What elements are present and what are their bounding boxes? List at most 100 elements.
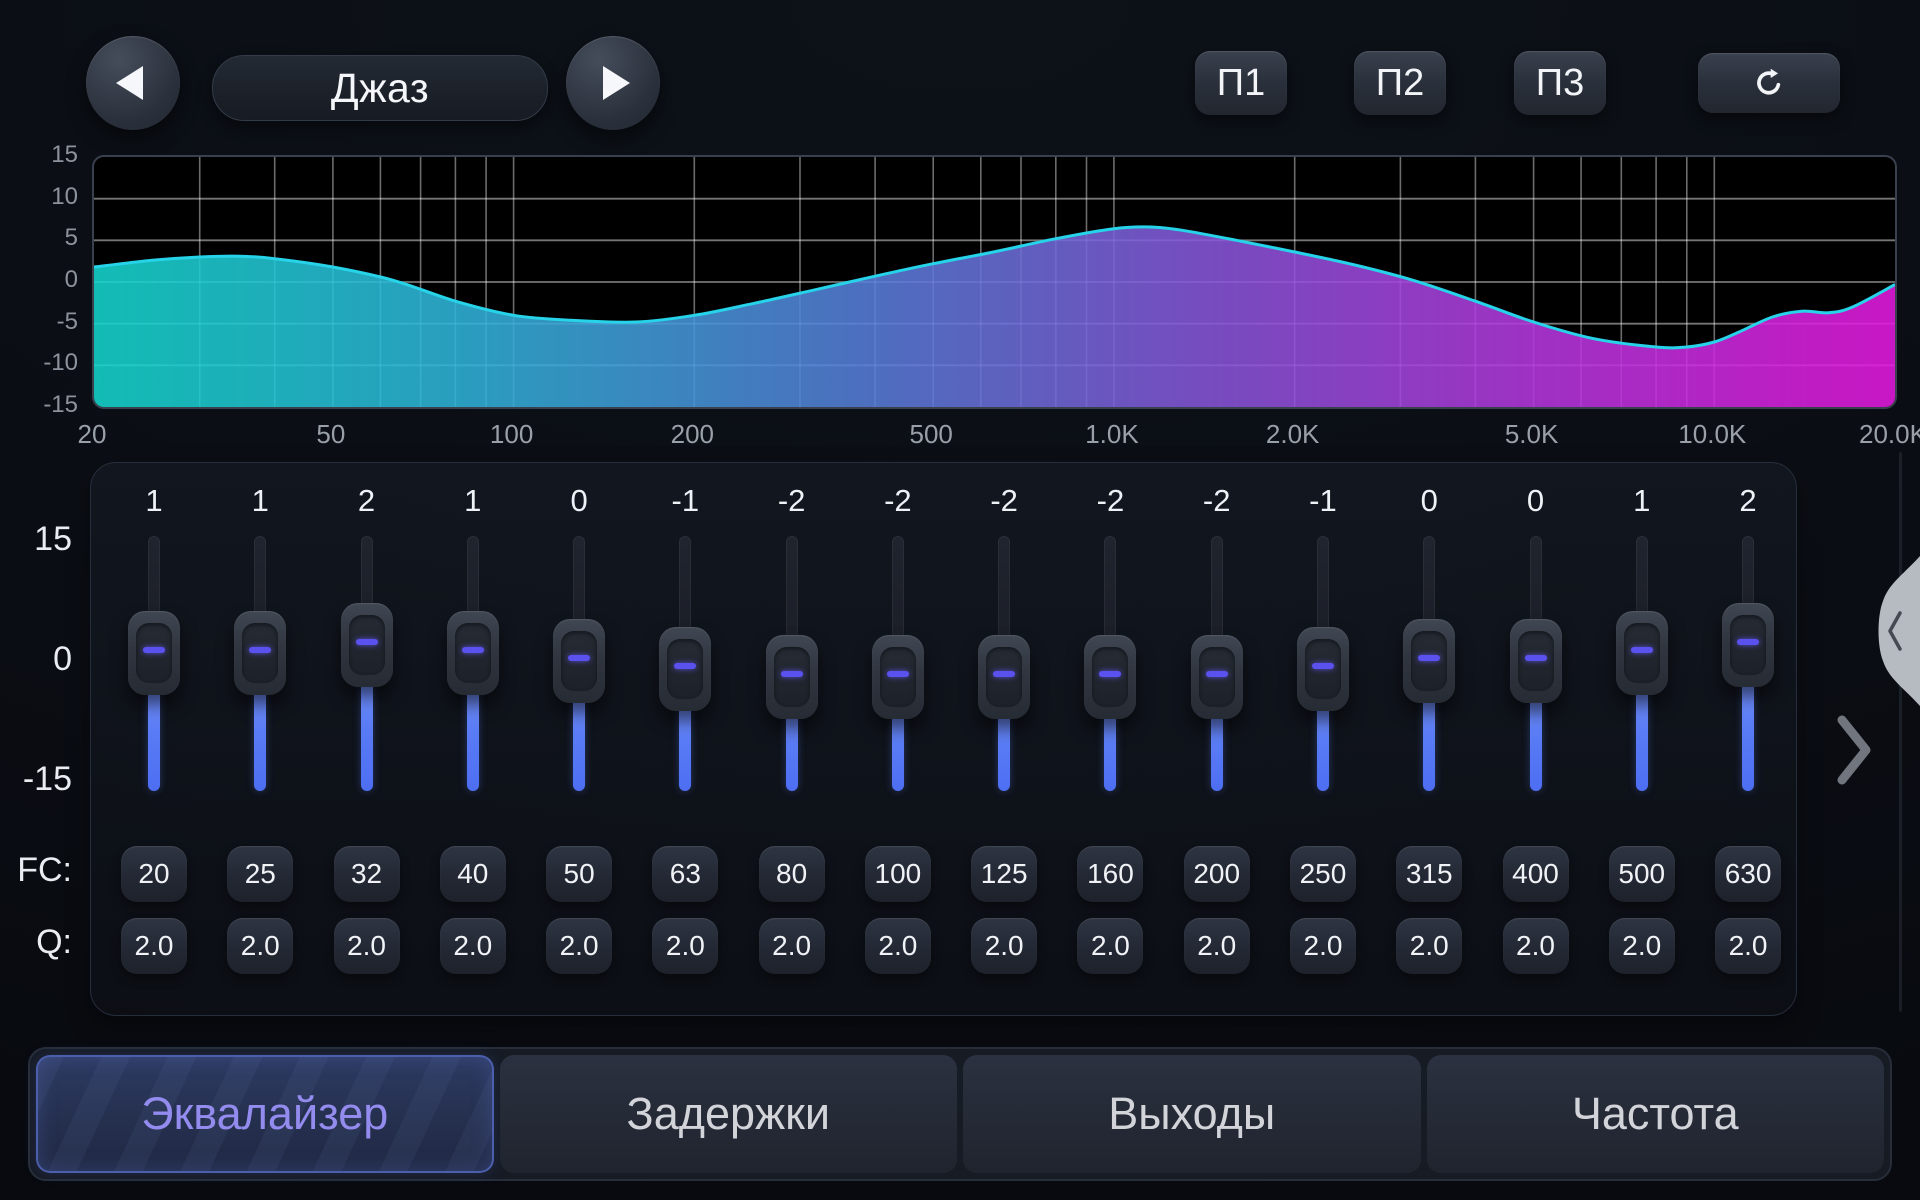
band-fc-chip[interactable]: 25 <box>227 846 293 902</box>
response-curve-svg <box>94 157 1895 407</box>
band-q-chip[interactable]: 2.0 <box>546 918 612 974</box>
band-slider-thumb[interactable] <box>1510 619 1562 703</box>
memory-button-3[interactable]: П3 <box>1514 51 1606 115</box>
band-q-chip[interactable]: 2.0 <box>227 918 293 974</box>
scroll-bands-right-button[interactable] <box>1830 710 1878 790</box>
band-fc-chip[interactable]: 315 <box>1396 846 1462 902</box>
equalizer-band-panel: 1202.01252.02322.01402.00502.0-1632.0-28… <box>90 462 1797 1016</box>
band-q-chip[interactable]: 2.0 <box>1290 918 1356 974</box>
memory-button-2-label: П2 <box>1376 62 1424 105</box>
band-slider-thumb[interactable] <box>1722 603 1774 687</box>
band-gain-value: -2 <box>739 483 845 519</box>
band-slider-fill <box>1636 687 1648 791</box>
band-slider-fill <box>1211 711 1223 791</box>
eq-band-column: 0 50 2.0 <box>526 463 632 1015</box>
memory-button-2[interactable]: П2 <box>1354 51 1446 115</box>
band-slider-thumb[interactable] <box>1084 635 1136 719</box>
band-fc-chip[interactable]: 40 <box>440 846 506 902</box>
memory-button-3-label: П3 <box>1536 62 1584 105</box>
x-axis-tick-label: 20.0K <box>1848 419 1920 450</box>
band-q-chip[interactable]: 2.0 <box>1396 918 1462 974</box>
band-fc-chip[interactable]: 160 <box>1077 846 1143 902</box>
triangle-left-icon <box>116 66 143 100</box>
reset-button[interactable] <box>1698 53 1840 113</box>
band-gain-value: 0 <box>1483 483 1589 519</box>
x-axis-tick-label: 200 <box>647 419 737 450</box>
band-q-chip[interactable]: 2.0 <box>652 918 718 974</box>
thumb-dash-icon <box>1206 671 1228 677</box>
band-slider-fill <box>254 687 266 791</box>
band-q-chip[interactable]: 2.0 <box>121 918 187 974</box>
side-drawer-handle[interactable] <box>1864 556 1920 706</box>
band-fc-chip[interactable]: 50 <box>546 846 612 902</box>
band-slider-thumb[interactable] <box>128 611 180 695</box>
band-fc-chip[interactable]: 400 <box>1503 846 1569 902</box>
band-fc-chip[interactable]: 63 <box>652 846 718 902</box>
band-slider-fill <box>892 711 904 791</box>
y-axis-tick-label: 0 <box>18 268 78 292</box>
band-q-chip[interactable]: 2.0 <box>1184 918 1250 974</box>
preset-next-button[interactable] <box>566 36 660 130</box>
band-q-chip[interactable]: 2.0 <box>1503 918 1569 974</box>
band-gain-value: 0 <box>526 483 632 519</box>
band-gain-value: 2 <box>1695 483 1801 519</box>
eq-band-column: -1 250 2.0 <box>1270 463 1376 1015</box>
band-gain-value: 2 <box>314 483 420 519</box>
tab-delays[interactable]: Задержки <box>500 1055 958 1173</box>
tab-outputs[interactable]: Выходы <box>963 1055 1421 1173</box>
band-slider-thumb[interactable] <box>872 635 924 719</box>
band-fc-chip[interactable]: 80 <box>759 846 825 902</box>
band-slider-thumb[interactable] <box>1297 627 1349 711</box>
x-axis-tick-label: 50 <box>286 419 376 450</box>
band-fc-chip[interactable]: 500 <box>1609 846 1675 902</box>
band-fc-chip[interactable]: 125 <box>971 846 1037 902</box>
band-slider-thumb[interactable] <box>447 611 499 695</box>
band-fc-chip[interactable]: 630 <box>1715 846 1781 902</box>
tab-frequency[interactable]: Частота <box>1427 1055 1885 1173</box>
eq-band-column: -1 63 2.0 <box>632 463 738 1015</box>
band-slider-fill <box>148 687 160 791</box>
band-q-chip[interactable]: 2.0 <box>1077 918 1143 974</box>
band-q-chip[interactable]: 2.0 <box>759 918 825 974</box>
band-slider-thumb[interactable] <box>234 611 286 695</box>
band-fc-chip[interactable]: 32 <box>334 846 400 902</box>
thumb-dash-icon <box>143 647 165 653</box>
band-fc-chip[interactable]: 200 <box>1184 846 1250 902</box>
band-fc-chip[interactable]: 250 <box>1290 846 1356 902</box>
preset-display[interactable]: Джаз <box>212 55 548 121</box>
band-gain-value: -1 <box>1270 483 1376 519</box>
band-slider-thumb[interactable] <box>1403 619 1455 703</box>
eq-band-column: 2 630 2.0 <box>1695 463 1801 1015</box>
tab-equalizer[interactable]: Эквалайзер <box>36 1055 494 1173</box>
band-slider-thumb[interactable] <box>659 627 711 711</box>
band-gain-value: -1 <box>632 483 738 519</box>
band-slider-thumb[interactable] <box>1616 611 1668 695</box>
band-q-chip[interactable]: 2.0 <box>971 918 1037 974</box>
preset-prev-button[interactable] <box>86 36 180 130</box>
thumb-inset <box>561 631 597 691</box>
band-q-chip[interactable]: 2.0 <box>865 918 931 974</box>
band-q-chip[interactable]: 2.0 <box>440 918 506 974</box>
thumb-dash-icon <box>462 647 484 653</box>
x-axis-tick-label: 20 <box>47 419 137 450</box>
response-area <box>94 227 1895 407</box>
band-slider-thumb[interactable] <box>341 603 393 687</box>
band-slider-fill <box>1423 695 1435 791</box>
band-slider-fill <box>1742 679 1754 791</box>
band-fc-chip[interactable]: 20 <box>121 846 187 902</box>
band-gain-value: 1 <box>1589 483 1695 519</box>
band-slider-thumb[interactable] <box>1191 635 1243 719</box>
thumb-inset <box>242 623 278 683</box>
memory-button-1[interactable]: П1 <box>1195 51 1287 115</box>
band-q-chip[interactable]: 2.0 <box>334 918 400 974</box>
band-slider-thumb[interactable] <box>978 635 1030 719</box>
band-q-chip[interactable]: 2.0 <box>1609 918 1675 974</box>
y-axis-tick-label: 10 <box>18 185 78 209</box>
thumb-dash-icon <box>887 671 909 677</box>
thumb-inset <box>1411 631 1447 691</box>
eq-band-column: 03152.0 <box>1376 463 1482 1015</box>
band-fc-chip[interactable]: 100 <box>865 846 931 902</box>
band-slider-thumb[interactable] <box>553 619 605 703</box>
band-q-chip[interactable]: 2.0 <box>1715 918 1781 974</box>
band-slider-thumb[interactable] <box>766 635 818 719</box>
